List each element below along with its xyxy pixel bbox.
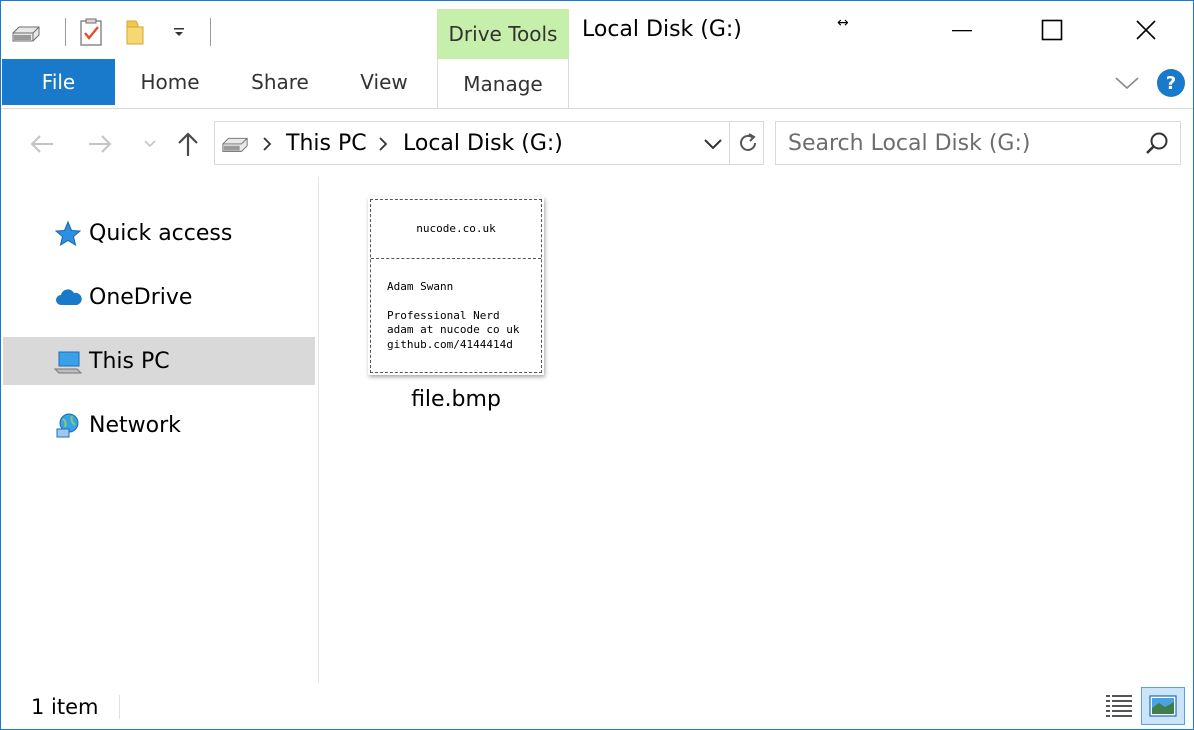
sidebar-item-label: Network [89, 412, 181, 438]
tab-home[interactable]: Home [125, 59, 215, 105]
breadcrumb-chevron-icon[interactable] [375, 133, 391, 155]
address-bar[interactable]: This PC Local Disk (G:) [214, 121, 764, 165]
file-name: file.bmp [411, 387, 501, 412]
thumbnail-line: Adam Swann [387, 280, 454, 293]
explorer-window: Drive Tools Local Disk (G:) ↔ File Home … [0, 0, 1194, 730]
computer-icon [53, 347, 83, 377]
quick-access-toolbar [11, 15, 221, 49]
properties-icon[interactable] [76, 17, 106, 47]
thumbnail-line: Professional Nerd [387, 309, 500, 322]
status-separator [119, 695, 120, 719]
thumbnail-header-text: nucode.co.uk [416, 222, 496, 235]
refresh-icon [739, 133, 756, 151]
window-title: Local Disk (G:) [582, 17, 742, 42]
resize-cursor-icon: ↔ [837, 15, 849, 31]
thumbnail-line: adam at nucode co uk [387, 323, 520, 336]
expand-ribbon-chevron-icon[interactable] [1113, 71, 1141, 95]
star-icon [53, 219, 83, 249]
navigation-bar: This PC Local Disk (G:) [1, 109, 1193, 177]
toolbar-separator [65, 18, 66, 46]
search-box[interactable] [775, 121, 1181, 165]
large-icons-view-icon [1149, 695, 1177, 717]
close-button[interactable] [1099, 1, 1193, 59]
toolbar-separator [210, 18, 211, 46]
item-count: 1 item [31, 695, 99, 719]
sidebar-item-label: OneDrive [89, 284, 193, 310]
new-folder-icon[interactable] [120, 17, 150, 47]
sidebar-item-network[interactable]: Network [3, 401, 315, 449]
search-input[interactable] [776, 122, 1136, 164]
forward-arrow-icon[interactable] [85, 129, 115, 159]
minimize-button[interactable] [915, 1, 1009, 59]
sidebar-item-onedrive[interactable]: OneDrive [3, 273, 315, 321]
search-icon[interactable] [1144, 131, 1170, 157]
thumbnail-line: github.com/4144414d [387, 338, 513, 351]
details-view-icon [1106, 695, 1132, 717]
address-history-dropdown-icon[interactable] [701, 132, 725, 156]
up-arrow-icon[interactable] [173, 129, 203, 159]
large-icons-view-button[interactable] [1141, 687, 1185, 725]
ribbon-tabs: File Home Share View Manage ? [1, 59, 1193, 109]
drive-icon[interactable] [11, 17, 41, 47]
thumbnail-divider [371, 258, 541, 259]
thumbnail-border: nucode.co.uk Adam Swann Professional Ner… [370, 199, 542, 373]
sidebar-item-label: Quick access [89, 220, 233, 246]
cloud-icon [53, 283, 83, 313]
close-icon [1136, 20, 1156, 40]
maximize-button[interactable] [1005, 1, 1099, 59]
drive-icon [221, 132, 249, 156]
drive-tools-context-label: Drive Tools [437, 9, 569, 59]
tab-file[interactable]: File [2, 59, 115, 105]
title-bar: Drive Tools Local Disk (G:) ↔ [1, 1, 1193, 59]
sidebar-item-this-pc[interactable]: This PC [3, 337, 315, 385]
tab-manage[interactable]: Manage [437, 59, 569, 109]
tab-view[interactable]: View [347, 59, 421, 105]
sidebar-item-label: This PC [89, 348, 170, 374]
breadcrumb-local-disk[interactable]: Local Disk (G:) [403, 131, 563, 156]
recent-locations-chevron-icon[interactable] [135, 129, 165, 159]
details-view-button[interactable] [1101, 689, 1137, 723]
file-list: nucode.co.uk Adam Swann Professional Ner… [320, 177, 1193, 683]
refresh-button[interactable] [729, 122, 765, 164]
breadcrumb-this-pc[interactable]: This PC [286, 131, 367, 156]
help-icon[interactable]: ? [1157, 69, 1185, 97]
customize-toolbar-dropdown-icon[interactable] [164, 17, 194, 47]
status-bar: 1 item [1, 683, 1193, 729]
sidebar-item-quick-access[interactable]: Quick access [3, 209, 315, 257]
maximize-icon [1041, 19, 1063, 41]
file-thumbnail: nucode.co.uk Adam Swann Professional Ner… [368, 197, 544, 375]
file-item[interactable]: nucode.co.uk Adam Swann Professional Ner… [364, 193, 548, 443]
network-icon [53, 411, 83, 441]
minimize-icon [952, 30, 972, 32]
tab-share[interactable]: Share [239, 59, 321, 105]
breadcrumb-chevron-icon[interactable] [259, 133, 275, 155]
navigation-pane: Quick access OneDrive This PC Network [1, 177, 319, 683]
back-arrow-icon[interactable] [27, 129, 57, 159]
